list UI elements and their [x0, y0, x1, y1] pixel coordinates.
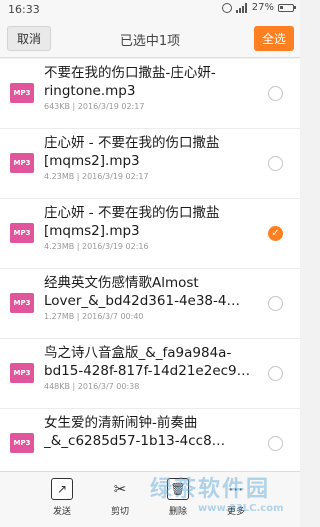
- file-meta: 1.27MB | 2016/3/7 00:40: [44, 312, 144, 321]
- select-checkbox[interactable]: [268, 296, 283, 311]
- alarm-icon: [221, 2, 232, 13]
- file-size: 4.23MB: [44, 242, 75, 251]
- share-icon: ↗: [51, 478, 73, 500]
- select-checkbox[interactable]: [268, 156, 283, 171]
- file-list: MP3 不要在我的伤口撒盐-庄心妍-ringtone.mp3 643KB | 2…: [0, 59, 300, 471]
- status-time: 16:33: [8, 3, 40, 16]
- file-row[interactable]: MP3 经典英文伤感情歌Almost Lover_&_bd42d361-4e38…: [0, 269, 300, 339]
- watermark-url: www.33LC.com: [198, 503, 284, 514]
- file-date: 2016/3/7 00:38: [77, 382, 140, 391]
- send-label: 发送: [52, 507, 71, 517]
- file-date: 2016/3/19 02:17: [81, 172, 149, 181]
- checkmark-icon: ✓: [271, 228, 280, 239]
- file-meta: 4.23MB | 2016/3/19 02:16: [44, 242, 149, 251]
- file-date: 2016/3/19 02:17: [77, 102, 145, 111]
- file-name: 不要在我的伤口撒盐-庄心妍-ringtone.mp3: [44, 65, 216, 99]
- file-size: 643KB: [44, 102, 71, 111]
- file-size: 1.27MB: [44, 312, 75, 321]
- file-date: 2016/3/7 00:40: [81, 312, 144, 321]
- mp3-file-icon: MP3: [10, 293, 34, 313]
- scissors-icon: ✂: [113, 480, 127, 498]
- select-all-button[interactable]: 全选: [254, 26, 294, 51]
- file-meta: 643KB | 2016/3/19 02:17: [44, 102, 145, 111]
- file-name: 庄心妍 - 不要在我的伤口撒盐[mqms2].mp3: [44, 135, 220, 169]
- file-size: 4.23MB: [44, 172, 75, 181]
- file-row[interactable]: MP3 女生爱的清新闹钟-前奏曲_&_c6285d57-1b13-4cc8…: [0, 409, 300, 471]
- status-bar: 16:33 27%: [0, 0, 300, 20]
- mp3-file-icon: MP3: [10, 223, 34, 243]
- file-row[interactable]: MP3 庄心妍 - 不要在我的伤口撒盐[mqms2].mp3 4.23MB | …: [0, 199, 300, 269]
- watermark-main: 绿茶软件园: [150, 477, 271, 502]
- action-bar: 取消 已选中1项 全选: [0, 20, 300, 58]
- mp3-file-icon: MP3: [10, 363, 34, 383]
- file-row[interactable]: MP3 不要在我的伤口撒盐-庄心妍-ringtone.mp3 643KB | 2…: [0, 59, 300, 129]
- watermark: 绿茶软件园 www.33LC.com: [150, 471, 284, 514]
- mp3-file-icon: MP3: [10, 153, 34, 173]
- select-checkbox[interactable]: [268, 436, 283, 451]
- file-name: 鸟之诗八音盒版_&_fa9a984a-bd15-428f-817f-14d21e…: [44, 345, 251, 379]
- cut-button[interactable]: ✂ 剪切: [100, 478, 140, 517]
- file-date: 2016/3/19 02:16: [81, 242, 149, 251]
- file-row[interactable]: MP3 鸟之诗八音盒版_&_fa9a984a-bd15-428f-817f-14…: [0, 339, 300, 409]
- file-meta: 4.23MB | 2016/3/19 02:17: [44, 172, 149, 181]
- select-checkbox[interactable]: [268, 366, 283, 381]
- signal-icon: [235, 2, 248, 13]
- file-name: 女生爱的清新闹钟-前奏曲_&_c6285d57-1b13-4cc8…: [44, 415, 226, 449]
- select-checkbox[interactable]: [268, 86, 283, 101]
- file-size: 448KB: [44, 382, 71, 391]
- select-checkbox-checked[interactable]: ✓: [268, 226, 283, 241]
- send-button[interactable]: ↗ 发送: [42, 478, 82, 517]
- mp3-file-icon: MP3: [10, 433, 34, 453]
- battery-icon: [278, 3, 296, 12]
- file-name: 庄心妍 - 不要在我的伤口撒盐[mqms2].mp3: [44, 205, 220, 239]
- file-row[interactable]: MP3 庄心妍 - 不要在我的伤口撒盐[mqms2].mp3 4.23MB | …: [0, 129, 300, 199]
- cut-label: 剪切: [110, 507, 129, 517]
- status-icons: 27%: [221, 2, 296, 13]
- battery-percent: 27%: [251, 2, 274, 13]
- mp3-file-icon: MP3: [10, 83, 34, 103]
- file-meta: 448KB | 2016/3/7 00:38: [44, 382, 140, 391]
- file-name: 经典英文伤感情歌Almost Lover_&_bd42d361-4e38-4…: [44, 275, 240, 309]
